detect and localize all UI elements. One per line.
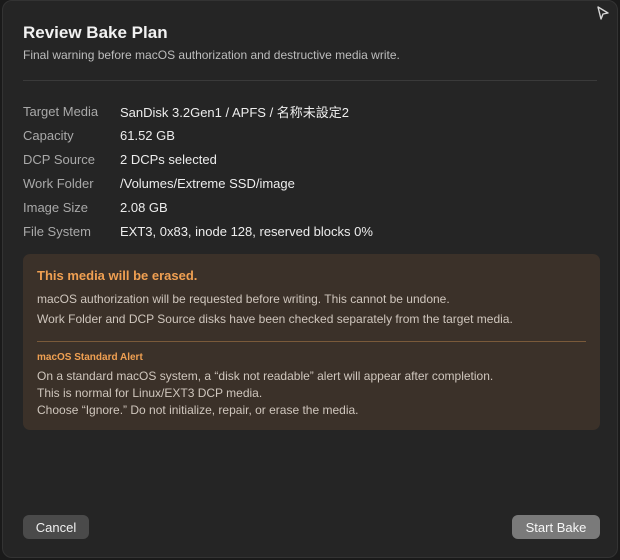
dialog-title: Review Bake Plan [23, 23, 168, 42]
detail-row-dcp-source: DCP Source 2 DCPs selected [23, 147, 583, 171]
detail-row-target-media: Target Media SanDisk 3.2Gen1 / APFS / 名称… [23, 99, 583, 123]
detail-label: Image Size [23, 199, 89, 215]
detail-row-file-system: File System EXT3, 0x83, inode 128, reser… [23, 219, 583, 243]
detail-label: Work Folder [23, 175, 94, 191]
alert-line: On a standard macOS system, a “disk not … [37, 369, 494, 383]
dialog-subtitle: Final warning before macOS authorization… [23, 48, 400, 62]
alert-line: This is normal for Linux/EXT3 DCP media. [37, 386, 263, 400]
warning-line: Work Folder and DCP Source disks have be… [37, 312, 513, 326]
erase-warning-box: This media will be erased. macOS authori… [23, 254, 600, 430]
plan-details: Target Media SanDisk 3.2Gen1 / APFS / 名称… [23, 99, 583, 243]
warning-divider [37, 341, 586, 342]
detail-row-capacity: Capacity 61.52 GB [23, 123, 583, 147]
alert-line: Choose “Ignore.” Do not initialize, repa… [37, 403, 359, 417]
detail-value: /Volumes/Extreme SSD/image [120, 175, 295, 191]
detail-value: 61.52 GB [120, 127, 175, 143]
detail-label: File System [23, 223, 91, 239]
cursor-arrow-icon[interactable] [595, 5, 611, 21]
detail-label: DCP Source [23, 151, 96, 167]
divider [23, 80, 597, 81]
alert-title: macOS Standard Alert [37, 352, 143, 363]
detail-value: SanDisk 3.2Gen1 / APFS / 名称未設定2 [120, 104, 350, 120]
warning-title: This media will be erased. [37, 268, 198, 283]
detail-value: EXT3, 0x83, inode 128, reserved blocks 0… [120, 223, 373, 239]
detail-value: 2.08 GB [120, 199, 168, 215]
detail-value: 2 DCPs selected [120, 151, 217, 167]
warning-line: macOS authorization will be requested be… [37, 292, 450, 306]
detail-label: Capacity [23, 127, 74, 143]
start-bake-button[interactable]: Start Bake [512, 515, 600, 539]
detail-row-work-folder: Work Folder /Volumes/Extreme SSD/image [23, 171, 583, 195]
cancel-button[interactable]: Cancel [23, 515, 89, 539]
detail-label: Target Media [23, 103, 99, 119]
review-bake-plan-dialog: Review Bake Plan Final warning before ma… [2, 0, 618, 558]
detail-row-image-size: Image Size 2.08 GB [23, 195, 583, 219]
